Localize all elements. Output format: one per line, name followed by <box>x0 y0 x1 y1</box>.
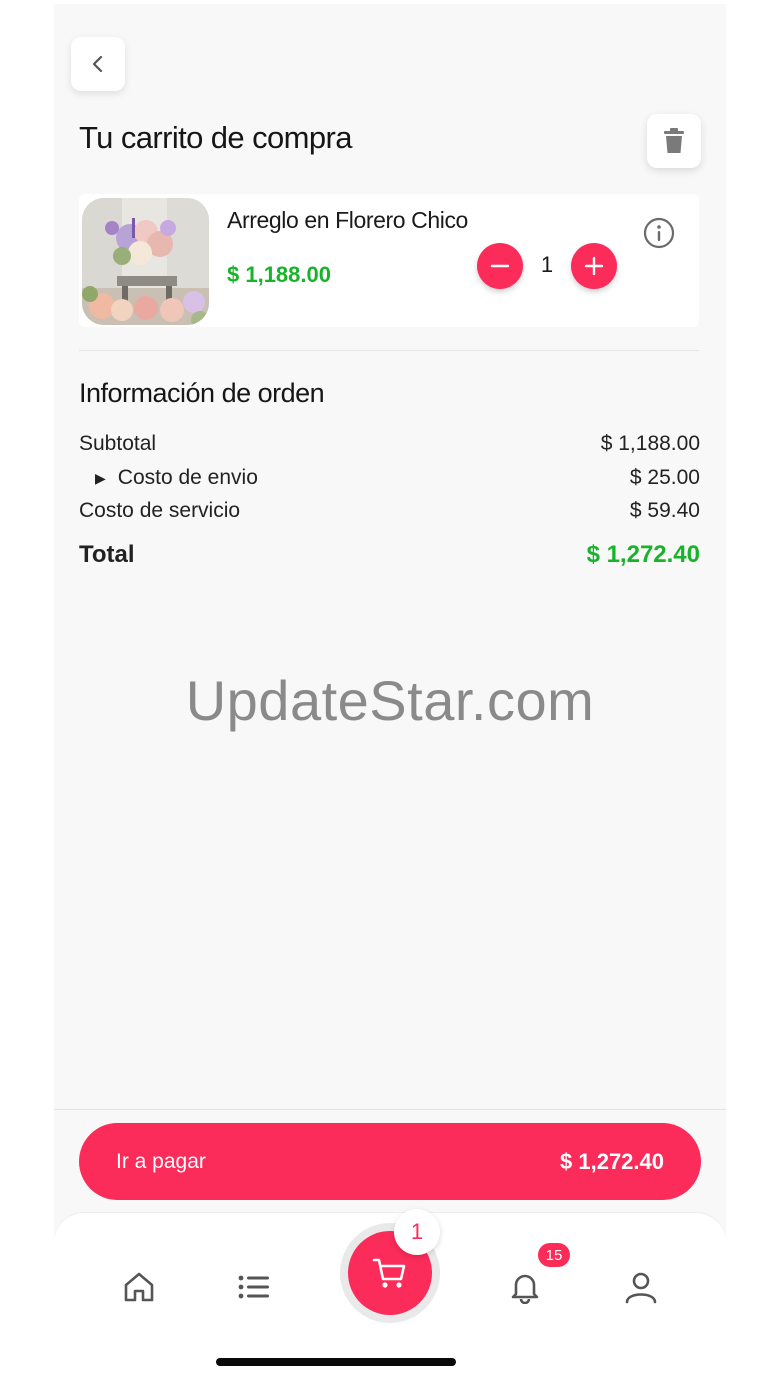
home-indicator <box>216 1358 456 1366</box>
home-icon <box>124 1272 154 1302</box>
checkout-button[interactable]: Ir a pagar $ 1,272.40 <box>79 1123 701 1200</box>
chevron-left-icon <box>92 55 103 73</box>
notifications-badge: 15 <box>538 1243 570 1267</box>
product-image[interactable] <box>82 198 209 325</box>
shipping-value: $ 25.00 <box>629 466 700 489</box>
watermark: UpdateStar.com <box>185 669 595 732</box>
plus-icon <box>584 256 604 276</box>
shipping-row[interactable]: ▶ Costo de envio $ 25.00 <box>79 466 700 490</box>
bell-icon <box>511 1274 539 1304</box>
subtotal-value: $ 1,188.00 <box>600 432 700 455</box>
quantity-value: 1 <box>540 252 554 277</box>
service-value: $ 59.40 <box>629 499 700 522</box>
user-icon <box>625 1272 657 1304</box>
clear-cart-button[interactable] <box>647 114 701 168</box>
minus-icon <box>490 264 510 268</box>
decrease-quantity-button[interactable] <box>477 243 523 289</box>
info-icon <box>643 217 675 249</box>
caret-right-icon[interactable]: ▶ <box>95 470 106 487</box>
total-label: Total <box>79 541 135 568</box>
trash-icon <box>664 128 684 153</box>
tab-orders[interactable] <box>236 1269 272 1305</box>
subtotal-row: Subtotal $ 1,188.00 <box>79 432 700 456</box>
product-name[interactable]: Arreglo en Florero Chico <box>227 207 468 234</box>
tab-home[interactable] <box>121 1269 157 1305</box>
cart-screen: Tu carrito de compra Arreglo en Florero … <box>54 4 726 1387</box>
order-info-title: Información de orden <box>79 378 325 408</box>
divider <box>54 1109 726 1110</box>
service-label: Costo de servicio <box>79 499 241 522</box>
increase-quantity-button[interactable] <box>571 243 617 289</box>
cart-icon <box>372 1258 406 1288</box>
tab-profile[interactable] <box>623 1269 659 1305</box>
cart-count-badge: 1 <box>394 1209 440 1255</box>
cart-item-card: Arreglo en Florero Chico $ 1,188.00 1 <box>79 194 699 327</box>
checkout-label: Ir a pagar <box>116 1149 206 1173</box>
page-title: Tu carrito de compra <box>79 120 352 155</box>
total-row: Total $ 1,272.40 <box>79 541 700 569</box>
product-info-button[interactable] <box>642 216 676 250</box>
shipping-label: Costo de envio <box>117 466 258 489</box>
service-row: Costo de servicio $ 59.40 <box>79 499 700 523</box>
back-button[interactable] <box>71 37 125 91</box>
checkout-amount: $ 1,272.40 <box>560 1148 664 1174</box>
list-icon <box>238 1275 269 1299</box>
product-price: $ 1,188.00 <box>227 262 331 287</box>
divider <box>79 350 699 351</box>
subtotal-label: Subtotal <box>79 432 157 455</box>
total-value: $ 1,272.40 <box>586 541 700 568</box>
tab-notifications[interactable] <box>507 1269 543 1305</box>
